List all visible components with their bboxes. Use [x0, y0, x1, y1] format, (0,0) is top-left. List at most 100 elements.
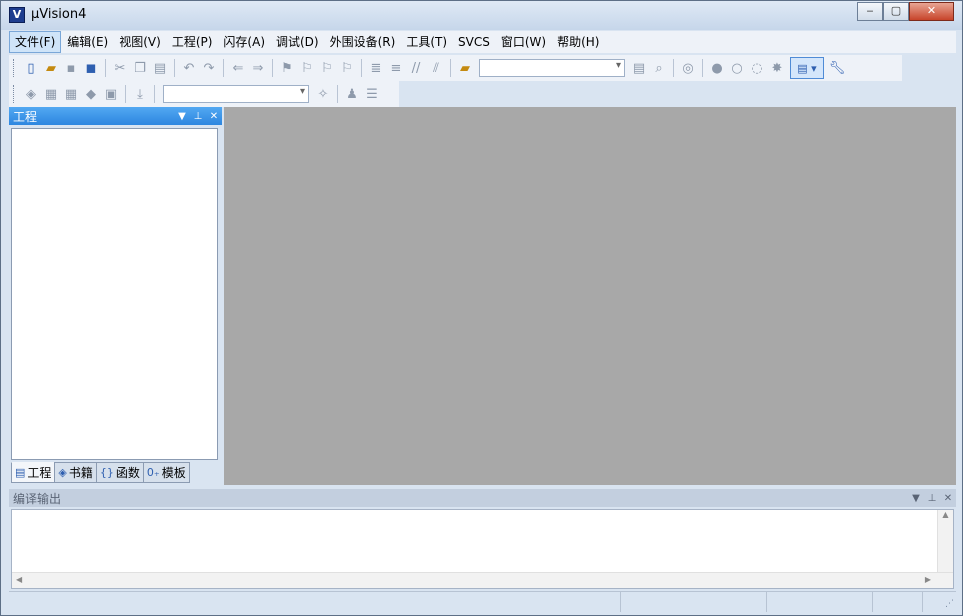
find-combo[interactable] — [479, 59, 625, 77]
toolbar-grip[interactable] — [13, 85, 16, 103]
configure-icon[interactable]: 🔧︎ — [829, 60, 846, 76]
build-icon[interactable]: ▦ — [43, 86, 59, 102]
toolbar-separator — [337, 85, 338, 103]
scroll-left-icon[interactable]: ◀ — [16, 575, 22, 584]
minimize-button[interactable]: ‒ — [857, 2, 883, 21]
menu-debug[interactable]: 调试(D) — [271, 31, 324, 53]
bookmark-next-icon[interactable]: ⚐ — [319, 60, 335, 76]
toolbar-grip[interactable] — [13, 59, 16, 77]
status-cell — [621, 592, 767, 612]
menu-bar: 文件(F) 编辑(E) 视图(V) 工程(P) 闪存(A) 调试(D) 外围设备… — [9, 31, 956, 53]
tab-functions[interactable]: {} 函数 — [95, 462, 144, 483]
file-toolbar: ▯ ▰ ▪ ◼ ✂ ❐ ▤ ↶ ↷ ⇐ ⇒ ⚑ ⚐ ⚐ ⚐ ≣ ≡ // ⫽ ▰… — [9, 55, 902, 81]
target-options-icon[interactable]: ✧ — [315, 86, 331, 102]
download-icon[interactable]: ⤓ — [132, 86, 148, 102]
editor-area[interactable] — [224, 107, 956, 485]
menu-project[interactable]: 工程(P) — [167, 31, 218, 53]
build-output-panel: 编译输出 ▼ ⊥ ✕ ▲ ◀ ▶ — [9, 489, 956, 590]
status-cell — [767, 592, 873, 612]
close-icon[interactable]: ✕ — [206, 111, 222, 122]
main-window: V μVision4 ‒ ▢ ✕ 文件(F) 编辑(E) 视图(V) 工程(P)… — [0, 0, 963, 616]
project-panel-title: 工程 — [13, 109, 38, 124]
menu-tools[interactable]: 工具(T) — [401, 31, 452, 53]
window-controls: ‒ ▢ ✕ — [857, 2, 954, 21]
pin-icon[interactable]: ⊥ — [924, 493, 940, 504]
bookmark-icon[interactable]: ⚑ — [279, 60, 295, 76]
functions-icon: {} — [99, 466, 114, 479]
nav-back-icon[interactable]: ⇐ — [230, 60, 246, 76]
translate-icon[interactable]: ◈ — [23, 86, 39, 102]
close-button[interactable]: ✕ — [909, 2, 954, 21]
panel-menu-icon[interactable]: ▼ — [908, 493, 924, 504]
close-icon[interactable]: ✕ — [940, 493, 956, 504]
toolbar-separator — [361, 59, 362, 77]
window-title: μVision4 — [31, 7, 87, 22]
tab-label: 书籍 — [68, 466, 93, 480]
menu-view[interactable]: 视图(V) — [114, 31, 166, 53]
panel-menu-icon[interactable]: ▼ — [174, 111, 190, 122]
rebuild-icon[interactable]: ▦ — [63, 86, 79, 102]
build-output-text[interactable]: ▲ ◀ ▶ — [11, 509, 954, 589]
cut-icon[interactable]: ✂ — [112, 60, 128, 76]
menu-edit[interactable]: 编辑(E) — [62, 31, 113, 53]
tab-books[interactable]: ◈ 书籍 — [54, 462, 97, 483]
nav-forward-icon[interactable]: ⇒ — [250, 60, 266, 76]
maximize-button[interactable]: ▢ — [883, 2, 909, 21]
horizontal-scrollbar[interactable]: ◀ ▶ — [12, 572, 953, 588]
comment-icon[interactable]: // — [408, 60, 424, 76]
manage-books-icon[interactable]: ☰ — [364, 86, 380, 102]
bookmark-prev-icon[interactable]: ⚐ — [299, 60, 315, 76]
target-select[interactable] — [163, 85, 309, 103]
books-icon: ◈ — [58, 466, 67, 479]
tab-project[interactable]: ▤ 工程 — [11, 462, 56, 483]
scroll-right-icon[interactable]: ▶ — [925, 575, 931, 584]
undo-icon[interactable]: ↶ — [181, 60, 197, 76]
copy-icon[interactable]: ❐ — [132, 60, 148, 76]
batch-build-icon[interactable]: ◆ — [83, 86, 99, 102]
incremental-find-icon[interactable]: ⌕ — [651, 60, 667, 76]
status-cell — [873, 592, 923, 612]
breakpoint-icon[interactable]: ● — [709, 60, 725, 76]
breakpoint-disable-icon[interactable]: ○ — [729, 60, 745, 76]
window-layout-icon[interactable]: ▤ ▾ — [790, 57, 824, 79]
paste-icon[interactable]: ▤ — [152, 60, 168, 76]
toolbar-separator — [125, 85, 126, 103]
menu-flash[interactable]: 闪存(A) — [218, 31, 270, 53]
indent-icon[interactable]: ≣ — [368, 60, 384, 76]
open-file-icon[interactable]: ▰ — [43, 60, 59, 76]
debug-icon[interactable]: ◎ — [680, 60, 696, 76]
stop-build-icon[interactable]: ▣ — [103, 86, 119, 102]
breakpoint-kill-all-icon[interactable]: ✸ — [769, 60, 785, 76]
project-tree[interactable] — [11, 128, 218, 460]
menu-peripherals[interactable]: 外围设备(R) — [325, 31, 401, 53]
menu-window[interactable]: 窗口(W) — [496, 31, 551, 53]
find-in-files-icon[interactable]: ▰ — [457, 60, 473, 76]
title-bar[interactable]: V μVision4 ‒ ▢ ✕ — [1, 1, 962, 30]
menu-help[interactable]: 帮助(H) — [552, 31, 604, 53]
menu-file[interactable]: 文件(F) — [9, 31, 62, 53]
toolbar-separator — [105, 59, 106, 77]
new-file-icon[interactable]: ▯ — [23, 60, 39, 76]
toolbar-separator — [450, 59, 451, 77]
build-output-title: 编译输出 — [13, 491, 62, 506]
find-icon[interactable]: ▤ — [631, 60, 647, 76]
toolbar-separator — [223, 59, 224, 77]
unindent-icon[interactable]: ≡ — [388, 60, 404, 76]
pin-icon[interactable]: ⊥ — [190, 111, 206, 122]
vertical-scrollbar[interactable]: ▲ — [937, 510, 953, 572]
project-panel-tabs: ▤ 工程 ◈ 书籍 {} 函数 0₊ 模板 — [11, 462, 190, 483]
resize-grip-icon[interactable]: ⋰ — [945, 599, 954, 609]
redo-icon[interactable]: ↷ — [201, 60, 217, 76]
save-icon[interactable]: ▪ — [63, 60, 79, 76]
bookmark-clear-icon[interactable]: ⚐ — [339, 60, 355, 76]
uncomment-icon[interactable]: ⫽ — [428, 60, 444, 76]
toolbar-separator — [702, 59, 703, 77]
menu-svcs[interactable]: SVCS — [453, 31, 495, 53]
tab-label: 工程 — [27, 466, 52, 480]
status-bar: ⋰ — [9, 591, 956, 612]
tab-templates[interactable]: 0₊ 模板 — [142, 462, 190, 483]
breakpoint-disable-all-icon[interactable]: ◌ — [749, 60, 765, 76]
save-all-icon[interactable]: ◼ — [83, 60, 99, 76]
project-panel-header: 工程 ▼ ⊥ ✕ — [9, 107, 222, 125]
manage-components-icon[interactable]: ♟ — [344, 86, 360, 102]
